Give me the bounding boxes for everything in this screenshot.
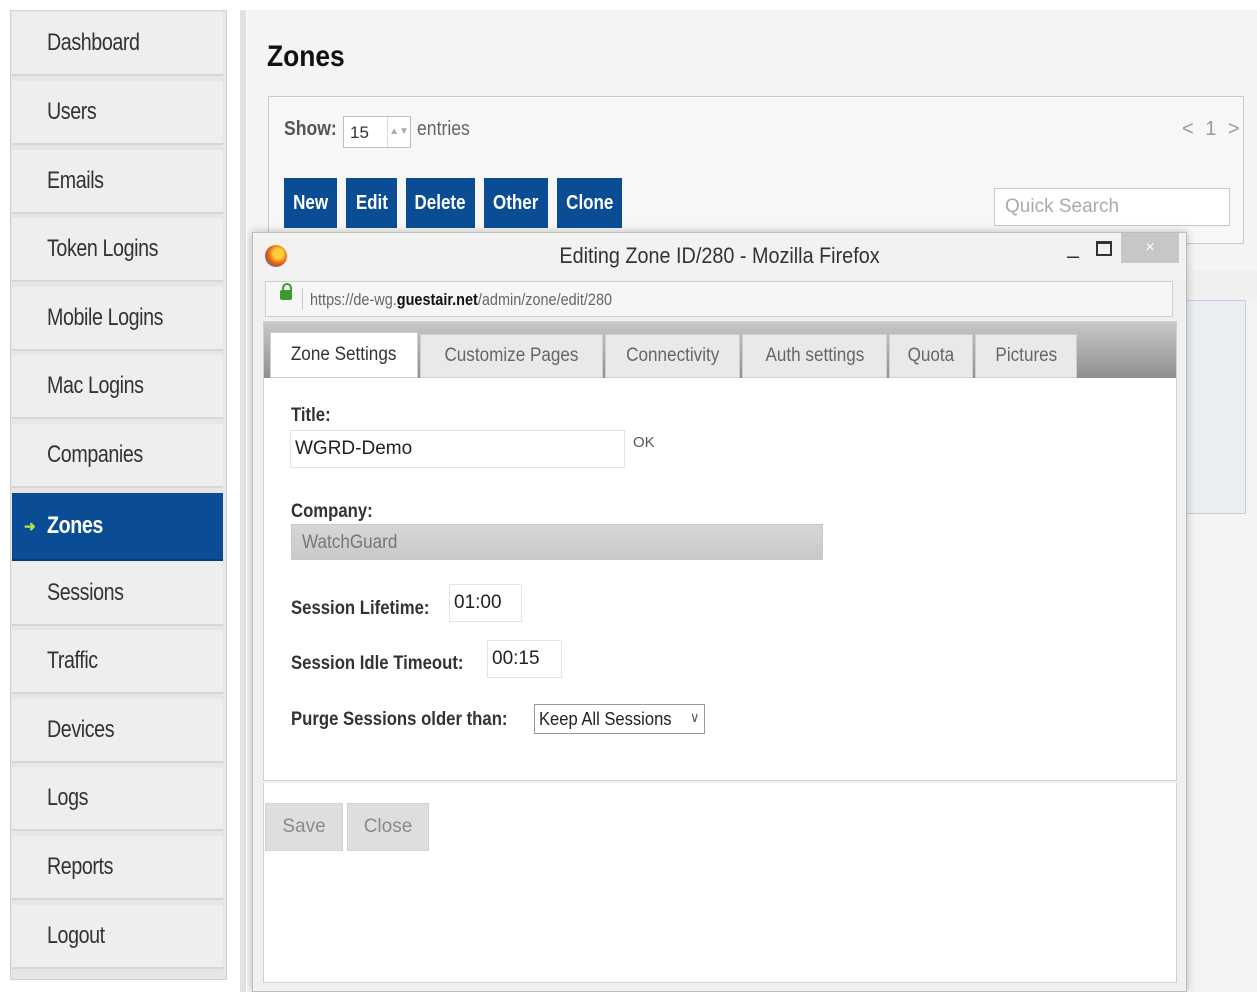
sidebar-item-sessions[interactable]: Sessions — [12, 562, 223, 626]
entries-value: 15 — [350, 123, 369, 142]
background-table-header — [1177, 270, 1257, 300]
page-title: Zones — [267, 40, 345, 73]
sidebar-item-label: Mac Logins — [47, 372, 144, 399]
spinner-icon[interactable]: ▲▼ — [387, 117, 410, 147]
address-divider — [302, 288, 303, 310]
sidebar-item-label: Users — [47, 98, 97, 125]
tab-bar: Zone Settings Customize Pages Connectivi… — [264, 322, 1176, 378]
sidebar-item-label: Dashboard — [47, 29, 140, 56]
pagination[interactable]: < 1 > — [1182, 118, 1243, 141]
sidebar-item-logs[interactable]: Logs — [12, 767, 223, 831]
sidebar-item-label: Sessions — [47, 579, 124, 606]
sidebar-item-zones[interactable]: ➜ Zones — [12, 493, 223, 561]
tab-zone-settings[interactable]: Zone Settings — [270, 332, 418, 378]
sidebar-item-logout[interactable]: Logout — [12, 905, 223, 969]
zone-editor: Zone Settings Customize Pages Connectivi… — [263, 321, 1177, 781]
company-select[interactable]: WatchGuard — [291, 524, 823, 560]
sidebar-item-users[interactable]: Users — [12, 81, 223, 145]
window-title: Editing Zone ID/280 - Mozilla Firefox — [559, 243, 880, 268]
sidebar-item-label: Logout — [47, 922, 105, 949]
tab-label: Pictures — [995, 345, 1057, 366]
background-table — [1177, 300, 1246, 514]
edit-button-label: Edit — [355, 191, 388, 214]
url-domain: guestair.net — [396, 290, 478, 309]
tab-pictures[interactable]: Pictures — [975, 334, 1077, 378]
session-lifetime-label: Session Lifetime: — [291, 598, 430, 619]
entries-label: entries — [417, 118, 470, 140]
sidebar-item-label: Logs — [47, 784, 89, 811]
maximize-icon[interactable] — [1096, 241, 1112, 256]
sidebar-item-reports[interactable]: Reports — [12, 836, 223, 900]
tab-label: Connectivity — [625, 345, 720, 366]
tab-quota[interactable]: Quota — [889, 334, 973, 378]
other-button[interactable]: Other — [484, 178, 548, 228]
sidebar-item-label: Emails — [47, 167, 104, 194]
company-value: WatchGuard — [302, 532, 398, 553]
close-icon[interactable]: × — [1121, 233, 1179, 263]
entries-select[interactable]: 15 ▲▼ — [343, 116, 411, 148]
sidebar-item-label: Traffic — [47, 647, 98, 674]
url-text: https://de-wg.guestair.net/admin/zone/ed… — [310, 290, 612, 310]
purge-sessions-value: Keep All Sessions — [539, 709, 672, 729]
tab-label: Quota — [907, 345, 955, 366]
sidebar-item-mac-logins[interactable]: Mac Logins — [12, 355, 223, 419]
sidebar-item-label: Devices — [47, 716, 115, 743]
address-bar[interactable]: https://de-wg.guestair.net/admin/zone/ed… — [265, 281, 1173, 317]
tab-label: Zone Settings — [291, 344, 397, 365]
firefox-popup-window: Editing Zone ID/280 - Mozilla Firefox – … — [252, 232, 1187, 992]
delete-button-label: Delete — [414, 191, 467, 214]
lock-icon — [280, 283, 292, 300]
tab-customize-pages[interactable]: Customize Pages — [420, 334, 603, 378]
title-ok-hint: OK — [633, 434, 655, 451]
tab-label: Customize Pages — [444, 345, 579, 366]
firefox-logo-icon — [265, 245, 287, 267]
sidebar-item-label: Reports — [47, 853, 114, 880]
url-prefix: https://de-wg. — [310, 290, 397, 309]
other-button-label: Other — [493, 191, 539, 214]
sidebar-item-label: Mobile Logins — [47, 304, 164, 331]
new-button-label: New — [293, 191, 328, 214]
sidebar-item-companies[interactable]: Companies — [12, 424, 223, 488]
vertical-divider — [240, 10, 246, 992]
title-input[interactable] — [290, 430, 625, 468]
session-idle-timeout-label: Session Idle Timeout: — [291, 653, 464, 674]
sidebar-item-dashboard[interactable]: Dashboard — [12, 12, 223, 76]
session-idle-timeout-input[interactable] — [487, 640, 562, 678]
edit-button[interactable]: Edit — [346, 178, 397, 228]
sidebar-item-label: Companies — [47, 441, 143, 468]
title-label: Title: — [291, 405, 331, 426]
arrow-right-icon: ➜ — [24, 518, 36, 534]
sidebar-item-devices[interactable]: Devices — [12, 699, 223, 763]
sidebar-item-mobile-logins[interactable]: Mobile Logins — [12, 287, 223, 351]
show-label: Show: — [284, 118, 337, 140]
sidebar-item-traffic[interactable]: Traffic — [12, 630, 223, 694]
close-button[interactable]: Close — [347, 803, 429, 851]
purge-sessions-select[interactable]: Keep All Sessions ∨ — [534, 704, 705, 734]
minimize-icon[interactable]: – — [1063, 243, 1083, 269]
save-button[interactable]: Save — [265, 803, 343, 851]
company-label: Company: — [291, 501, 373, 522]
tab-auth-settings[interactable]: Auth settings — [742, 334, 887, 378]
quick-search-input[interactable] — [994, 188, 1230, 226]
sidebar-item-label: Token Logins — [47, 235, 159, 262]
window-titlebar: Editing Zone ID/280 - Mozilla Firefox – … — [253, 233, 1186, 279]
url-path: /admin/zone/edit/280 — [477, 290, 613, 309]
new-button[interactable]: New — [284, 178, 337, 228]
session-lifetime-input[interactable] — [449, 584, 522, 622]
clone-button-label: Clone — [565, 191, 614, 214]
clone-button[interactable]: Clone — [557, 178, 622, 228]
tab-label: Auth settings — [765, 345, 864, 366]
tab-connectivity[interactable]: Connectivity — [605, 334, 740, 378]
sidebar-item-label: Zones — [47, 512, 103, 539]
chevron-down-icon: ∨ — [689, 709, 700, 725]
purge-sessions-label: Purge Sessions older than: — [291, 709, 508, 730]
sidebar-item-token-logins[interactable]: Token Logins — [12, 218, 223, 282]
delete-button[interactable]: Delete — [406, 178, 475, 228]
sidebar-item-emails[interactable]: Emails — [12, 150, 223, 214]
